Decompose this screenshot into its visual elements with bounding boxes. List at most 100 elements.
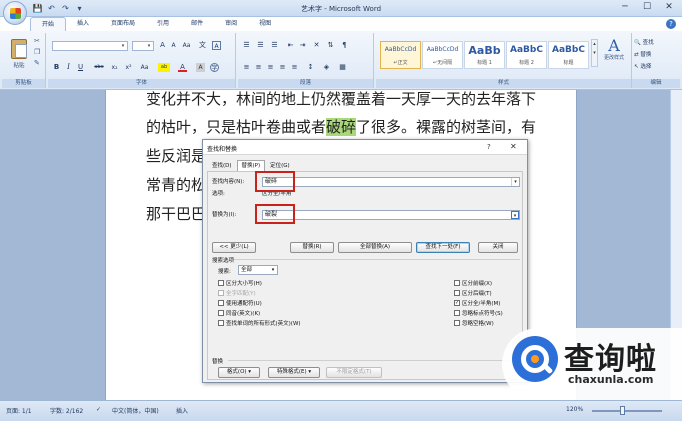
font-size-select[interactable]: ▾ — [132, 41, 154, 51]
replace-all-button[interactable]: 全部替换(A) — [338, 242, 412, 253]
language[interactable]: 中文(简体，中国) — [112, 406, 159, 415]
find-replace-dialog: 查找和替换 ? ✕ 查找(D) 替换(P) 定位(G) 查找内容(N): 破碎 … — [202, 139, 528, 383]
multilevel-list-icon[interactable]: ☰ — [270, 41, 279, 50]
tab-references[interactable]: 引用 — [146, 17, 180, 31]
change-styles-button[interactable]: A 更改样式 — [600, 37, 628, 77]
insert-mode[interactable]: 插入 — [176, 406, 188, 415]
align-right-icon[interactable]: ≡ — [266, 63, 275, 72]
grow-font-icon[interactable]: A — [158, 41, 167, 50]
whole-word-checkbox[interactable]: 全字匹配(Y) — [218, 289, 256, 297]
highlight-icon[interactable]: ab — [158, 63, 170, 72]
match-width-checkbox[interactable]: ✓ 区分全/半角(M) — [454, 299, 500, 307]
cut-icon[interactable]: ✂ — [34, 37, 42, 45]
word-count[interactable]: 字数: 2/162 — [50, 406, 83, 415]
change-case-icon[interactable]: Aa — [140, 63, 149, 72]
enclose-char-icon[interactable]: 字 — [210, 63, 219, 72]
tab-goto[interactable]: 定位(G) — [265, 160, 295, 171]
strikethrough-button[interactable]: abe — [92, 63, 106, 72]
copy-icon[interactable]: ❐ — [34, 48, 42, 56]
format-painter-icon[interactable]: ✎ — [34, 59, 42, 67]
zoom-slider[interactable] — [592, 410, 662, 412]
borders-icon[interactable]: ▦ — [338, 63, 347, 72]
maximize-button[interactable]: ☐ — [636, 0, 658, 14]
find-button[interactable]: 🔍 查找 — [634, 38, 654, 46]
chevron-down-icon[interactable]: ▾ — [511, 211, 519, 219]
tab-home[interactable]: 开始 — [30, 17, 67, 31]
paste-button[interactable]: 粘贴 — [8, 39, 30, 69]
font-name-select[interactable]: ▾ — [52, 41, 128, 51]
tab-find[interactable]: 查找(D) — [207, 160, 237, 171]
style-no-spacing[interactable]: AaBbCcDd ↵无间隔 — [422, 41, 463, 69]
increase-indent-icon[interactable]: ⇥ — [298, 41, 307, 50]
find-next-button[interactable]: 查找下一处(F) — [416, 242, 470, 253]
align-left-icon[interactable]: ≡ — [242, 63, 251, 72]
search-direction-select[interactable]: 全部 ▾ — [238, 265, 278, 275]
page-count[interactable]: 页面: 1/1 — [6, 406, 32, 415]
wildcards-checkbox[interactable]: 使用通配符(U) — [218, 299, 262, 307]
special-button[interactable]: 特殊格式(E) ▾ — [268, 367, 320, 378]
bullets-icon[interactable]: ☰ — [242, 41, 251, 50]
underline-button[interactable]: U — [76, 63, 85, 72]
shading-icon[interactable]: ◈ — [322, 63, 331, 72]
clipboard-group: 粘贴 ✂ ❐ ✎ 剪贴板 — [2, 33, 46, 88]
align-center-icon[interactable]: ≡ — [254, 63, 263, 72]
distributed-icon[interactable]: ≡ — [290, 63, 299, 72]
chevron-down-icon: ▾ — [147, 43, 151, 49]
superscript-button[interactable]: x² — [124, 63, 133, 72]
justify-icon[interactable]: ≡ — [278, 63, 287, 72]
sort-icon[interactable]: ⇅ — [326, 41, 335, 50]
shrink-font-icon[interactable]: A — [169, 41, 178, 50]
numbering-icon[interactable]: ☰ — [256, 41, 265, 50]
office-button[interactable] — [3, 1, 27, 25]
style-title[interactable]: AaBbC 标题 — [548, 41, 589, 69]
tab-review[interactable]: 审阅 — [214, 17, 248, 31]
style-normal[interactable]: AaBbCcDd ↵正文 — [380, 41, 421, 69]
italic-button[interactable]: I — [64, 63, 73, 72]
clear-format-icon[interactable]: Aa — [182, 41, 191, 50]
style-heading-2[interactable]: AaBbC 标题 2 — [506, 41, 547, 69]
all-word-forms-checkbox[interactable]: 查找单词的所有形式(英文)(W) — [218, 319, 301, 327]
char-border-icon[interactable]: A — [212, 41, 221, 50]
match-case-checkbox[interactable]: 区分大小写(H) — [218, 279, 262, 287]
sounds-like-checkbox[interactable]: 同音(英文)(K) — [218, 309, 260, 317]
chevron-down-icon[interactable]: ▾ — [511, 178, 519, 186]
ignore-space-checkbox[interactable]: 忽略空格(W) — [454, 319, 494, 327]
dialog-help-button[interactable]: ? — [487, 143, 491, 151]
tab-page-layout[interactable]: 页面布局 — [100, 17, 146, 31]
ignore-punctuation-checkbox[interactable]: 忽略标点符号(S) — [454, 309, 503, 317]
zoom-level[interactable]: 120% — [566, 406, 583, 413]
replace-button[interactable]: 替换(R) — [290, 242, 334, 253]
replace-with-input[interactable]: 破裂 ▾ — [262, 210, 520, 220]
wen-icon[interactable]: 文 — [198, 41, 207, 50]
style-heading-1[interactable]: AaBb 标题 1 — [464, 41, 505, 69]
select-button[interactable]: ↖ 选择 — [634, 62, 651, 70]
bold-button[interactable]: B — [52, 63, 61, 72]
find-what-input[interactable]: 破碎 ▾ — [262, 177, 520, 187]
match-prefix-checkbox[interactable]: 区分前缀(X) — [454, 279, 492, 287]
format-button[interactable]: 格式(O) ▾ — [218, 367, 260, 378]
decrease-indent-icon[interactable]: ⇤ — [286, 41, 295, 50]
line-spacing-icon[interactable]: ↕ — [306, 63, 315, 72]
subscript-button[interactable]: x₂ — [110, 63, 119, 72]
less-button[interactable]: << 更少(L) — [212, 242, 256, 253]
help-icon[interactable]: ? — [666, 19, 676, 29]
tab-replace[interactable]: 替换(P) — [236, 160, 266, 171]
tab-mailings[interactable]: 邮件 — [180, 17, 214, 31]
tab-view[interactable]: 视图 — [248, 17, 282, 31]
zoom-slider-thumb[interactable] — [620, 406, 625, 415]
checkbox-box — [218, 310, 224, 316]
match-suffix-checkbox[interactable]: 区分后缀(T) — [454, 289, 492, 297]
chinese-layout-icon[interactable]: ✕ — [312, 41, 321, 50]
checkbox-label: 忽略标点符号(S) — [462, 311, 503, 317]
font-color-icon[interactable]: A — [178, 63, 187, 72]
show-marks-icon[interactable]: ¶ — [340, 41, 349, 50]
styles-scroll-button[interactable]: ▴ ▾ — [591, 39, 598, 67]
replace-button[interactable]: ⇄ 替换 — [634, 50, 651, 58]
dialog-close-button[interactable]: ✕ — [510, 142, 517, 151]
char-shading-icon[interactable]: A — [196, 63, 205, 72]
minimize-button[interactable]: ─ — [614, 0, 636, 14]
close-button[interactable]: ✕ — [658, 0, 680, 14]
spell-check-icon[interactable]: ✓ — [96, 406, 101, 413]
tab-insert[interactable]: 插入 — [66, 17, 100, 31]
cancel-button[interactable]: 关闭 — [478, 242, 518, 253]
